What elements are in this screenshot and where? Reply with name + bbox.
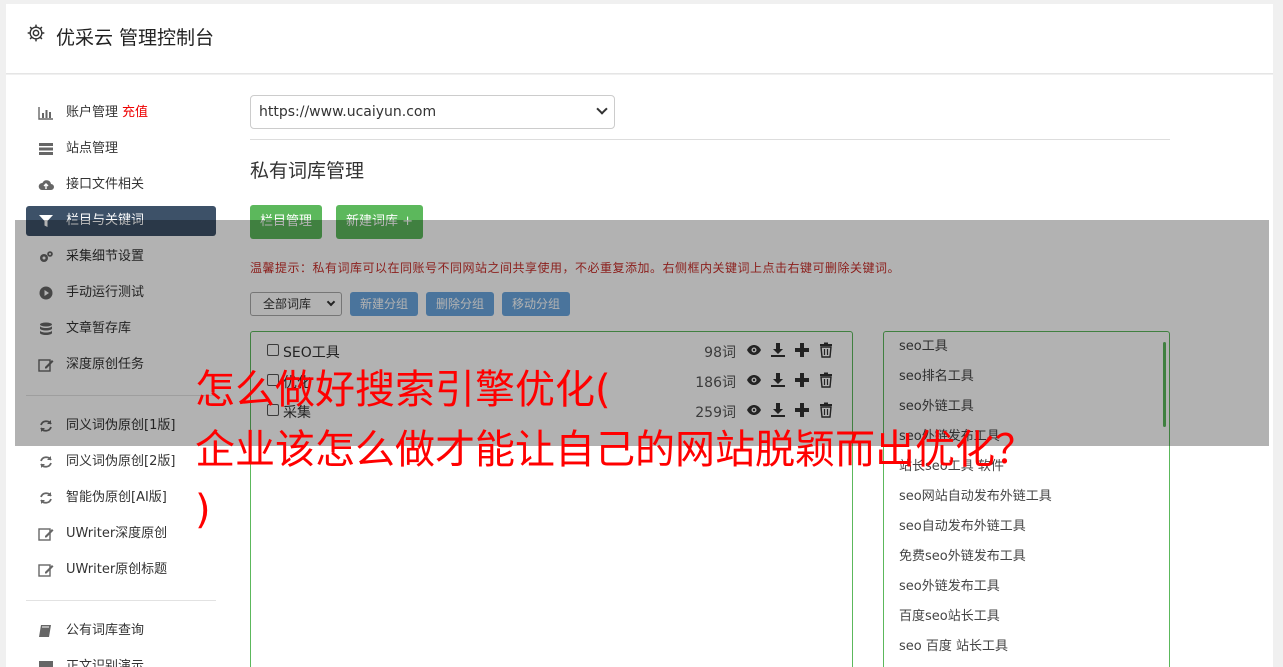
lexicon-checkbox[interactable] (267, 344, 279, 356)
sidebar-item-label: UWriter深度原创 (66, 526, 168, 541)
overlay-headline: 怎么做好搜索引擎优化( 企业该怎么做才能让自己的网站脱颖而出优化？ ) (195, 360, 1115, 540)
sidebar-item-label: 正文识别演示 (66, 659, 145, 667)
eye-icon[interactable] (746, 342, 762, 358)
sidebar-item-synonym-v2[interactable]: 同义词伪原创[2版] (26, 444, 216, 480)
sidebar-item-manual-test[interactable]: 手动运行测试 (26, 275, 216, 311)
move-group-button[interactable]: 移动分组 (502, 292, 571, 316)
sidebar: 账户管理 充值 站点管理 接口文件相关 栏目与关键词 采集细节设置 手动运行测试 … (26, 95, 216, 667)
chevron-down-icon (326, 297, 336, 307)
hint-text: 温馨提示：私有词库可以在同账号不同网站之间共享使用，不必重复添加。右侧框内关键词… (250, 261, 901, 275)
cogs-icon (40, 251, 53, 262)
delete-group-button[interactable]: 删除分组 (426, 292, 495, 316)
site-select-value: https://www.ucaiyun.com (259, 104, 437, 120)
keyword-item[interactable]: seo外链发布工具 (884, 572, 1169, 602)
sidebar-item-label: 采集细节设置 (66, 249, 145, 264)
app-title: 优采云 管理控制台 (56, 27, 215, 49)
sidebar-item-label: 文章暂存库 (66, 321, 132, 336)
monitor-icon (39, 661, 53, 667)
refresh-icon (40, 420, 52, 432)
plus-icon[interactable] (794, 342, 810, 358)
page-title: 私有词库管理 (250, 160, 365, 182)
sidebar-item-label: 站点管理 (66, 141, 119, 156)
sidebar-item-label: 同义词伪原创[1版] (66, 418, 176, 433)
bar-chart-icon (38, 107, 53, 120)
trash-icon[interactable] (818, 342, 834, 358)
sidebar-item-label: 账户管理 (66, 105, 119, 120)
filter-icon (39, 215, 53, 227)
sidebar-item-sites[interactable]: 站点管理 (26, 131, 216, 167)
list-item[interactable]: SEO工具 98词 (251, 332, 852, 362)
new-group-button[interactable]: 新建分组 (350, 292, 419, 316)
sidebar-item-account[interactable]: 账户管理 充值 (26, 95, 216, 131)
sidebar-item-public-lexicon[interactable]: 公有词库查询 (26, 613, 216, 649)
refresh-icon (40, 456, 52, 468)
sidebar-item-label: 深度原创任务 (66, 357, 145, 372)
content-area: https://www.ucaiyun.com 私有词库管理 栏目管理 新建词库… (250, 95, 1170, 667)
sidebar-item-label: UWriter原创标题 (66, 562, 168, 577)
headline-line-2: 企业该怎么做才能让自己的网站脱颖而出优化？ (195, 427, 1035, 473)
sidebar-item-interface[interactable]: 接口文件相关 (26, 167, 216, 203)
play-icon (39, 286, 53, 300)
sidebar-item-collect-settings[interactable]: 采集细节设置 (26, 239, 216, 275)
edit-icon (38, 359, 54, 372)
lexicon-count: 98词 (704, 345, 736, 361)
sidebar-divider (26, 600, 216, 601)
group-toolbar: 全部词库 新建分组 删除分组 移动分组 (250, 292, 1170, 316)
sidebar-item-label: 同义词伪原创[2版] (66, 454, 176, 469)
top-header: 优采云 管理控制台 (6, 4, 1273, 74)
sidebar-item-label: 公有词库查询 (66, 623, 145, 638)
server-icon (39, 143, 53, 155)
database-icon (40, 322, 52, 335)
keyword-item[interactable]: 百度seo站长工具 (884, 602, 1169, 632)
sidebar-item-synonym-v1[interactable]: 同义词伪原创[1版] (26, 408, 216, 444)
headline-line-1: 怎么做好搜索引擎优化( (195, 367, 611, 413)
sidebar-item-label: 栏目与关键词 (66, 213, 145, 228)
group-select-value: 全部词库 (263, 297, 312, 311)
divider (250, 139, 1170, 140)
edit-icon (38, 528, 54, 541)
sidebar-item-ai-rewrite[interactable]: 智能伪原创[AI版] (26, 480, 216, 516)
sidebar-item-uwriter-title[interactable]: UWriter原创标题 (26, 552, 216, 588)
cloud-upload-icon (38, 180, 54, 190)
group-select[interactable]: 全部词库 (250, 292, 342, 316)
scrollbar[interactable] (1163, 342, 1166, 427)
sidebar-item-text-recognition[interactable]: 正文识别演示 (26, 649, 216, 667)
row-actions (746, 342, 834, 358)
new-lexicon-button[interactable]: 新建词库 + (336, 205, 424, 239)
book-icon (39, 625, 51, 637)
sidebar-divider (26, 395, 216, 396)
gear-icon (27, 24, 45, 42)
sidebar-item-label: 智能伪原创[AI版] (66, 490, 167, 505)
sidebar-item-label: 接口文件相关 (66, 177, 145, 192)
edit-icon (38, 564, 54, 577)
site-select[interactable]: https://www.ucaiyun.com (250, 95, 615, 129)
keyword-item[interactable]: 免费seo外链发布工具 (884, 542, 1169, 572)
sidebar-item-uwriter-deep[interactable]: UWriter深度原创 (26, 516, 216, 552)
keyword-item[interactable]: seo 百度 站长工具 (884, 632, 1169, 662)
sidebar-item-deep-original[interactable]: 深度原创任务 (26, 347, 216, 383)
column-manage-button[interactable]: 栏目管理 (250, 205, 323, 239)
headline-line-3: ) (195, 487, 211, 533)
action-buttons: 栏目管理 新建词库 + (250, 205, 1170, 239)
refresh-icon (40, 492, 52, 504)
sidebar-item-columns-keywords[interactable]: 栏目与关键词 (26, 206, 216, 236)
sidebar-item-label: 手动运行测试 (66, 285, 145, 300)
download-icon[interactable] (770, 342, 786, 358)
lexicon-name[interactable]: SEO工具 (283, 342, 340, 362)
recharge-link[interactable]: 充值 (122, 105, 148, 120)
chevron-down-icon (596, 103, 608, 115)
sidebar-item-article-store[interactable]: 文章暂存库 (26, 311, 216, 347)
keyword-item[interactable]: seo工具 (884, 332, 1169, 362)
